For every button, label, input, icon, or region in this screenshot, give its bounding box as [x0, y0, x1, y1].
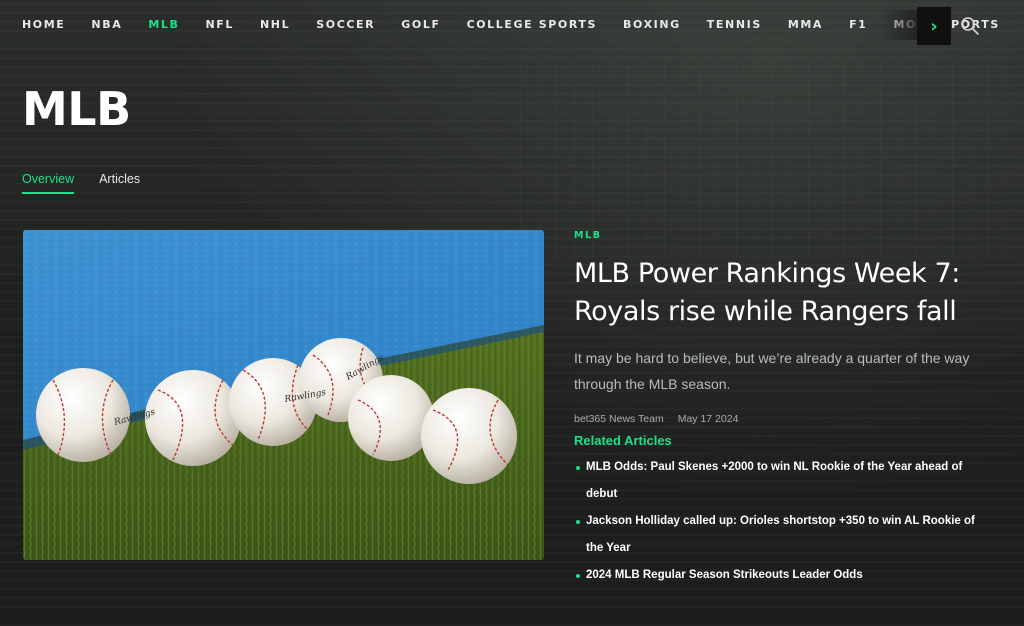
article-meta: bet365 News Team May 17 2024 [574, 413, 1004, 425]
related-article-label: MLB Odds: Paul Skenes +2000 to win NL Ro… [586, 461, 963, 500]
nav-item-nba[interactable]: NBA [91, 18, 122, 31]
nav-next-button[interactable]: › [917, 7, 951, 45]
related-article-label: Jackson Holliday called up: Orioles shor… [586, 515, 975, 554]
related-article-link[interactable]: Jackson Holliday called up: Orioles shor… [574, 508, 994, 562]
nav-item-mma[interactable]: MMA [788, 18, 823, 31]
related-articles-list: MLB Odds: Paul Skenes +2000 to win NL Ro… [574, 454, 1004, 589]
article-date: May 17 2024 [677, 413, 739, 425]
chevron-right-icon: › [930, 15, 938, 37]
related-article-link[interactable]: 2024 MLB Regular Season Strikeouts Leade… [574, 562, 994, 589]
nav-item-nhl[interactable]: NHL [260, 18, 290, 31]
nav-item-soccer[interactable]: SOCCER [316, 18, 375, 31]
featured-article-image[interactable]: Rawlings Rawlings Rawlings [23, 230, 544, 560]
article-excerpt: It may be hard to believe, but we’re alr… [574, 350, 970, 392]
nav-item-boxing[interactable]: BOXING [623, 18, 681, 31]
related-article-link[interactable]: MLB Odds: Paul Skenes +2000 to win NL Ro… [574, 454, 994, 508]
search-icon [961, 17, 979, 35]
sub-tabs: Overview Articles [22, 172, 165, 194]
bullet-icon [576, 520, 580, 524]
top-navigation: HOME NBA MLB NFL NHL SOCCER GOLF COLLEGE SPORTS… [0, 0, 1024, 52]
tab-articles[interactable]: Articles [99, 172, 140, 194]
nav-fade [880, 10, 920, 40]
featured-article: MLB MLB Power Rankings Week 7: Royals ri… [574, 230, 1004, 589]
nav-item-home[interactable]: HOME [22, 18, 65, 31]
article-category[interactable]: MLB [574, 230, 1004, 241]
nav-item-tennis[interactable]: TENNIS [707, 18, 762, 31]
article-author: bet365 News Team [574, 413, 664, 425]
baseballs-image: Rawlings Rawlings Rawlings [23, 230, 544, 560]
nav-item-mlb[interactable]: MLB [148, 18, 179, 31]
tab-overview[interactable]: Overview [22, 172, 75, 194]
related-article-label: 2024 MLB Regular Season Strikeouts Leade… [586, 569, 863, 581]
bullet-icon [576, 574, 580, 578]
nav-item-nfl[interactable]: NFL [205, 18, 234, 31]
nav-item-f1[interactable]: F1 [849, 18, 867, 31]
related-articles-title: Related Articles [574, 433, 672, 448]
article-headline[interactable]: MLB Power Rankings Week 7: Royals rise w… [574, 255, 1004, 331]
nav-item-college-sports[interactable]: COLLEGE SPORTS [467, 18, 597, 31]
nav-list: HOME NBA MLB NFL NHL SOCCER GOLF COLLEGE SPORTS… [22, 18, 1024, 31]
nav-item-golf[interactable]: GOLF [401, 18, 440, 31]
page-title: MLB [22, 82, 131, 136]
search-button[interactable] [958, 14, 982, 38]
bullet-icon [576, 466, 580, 470]
